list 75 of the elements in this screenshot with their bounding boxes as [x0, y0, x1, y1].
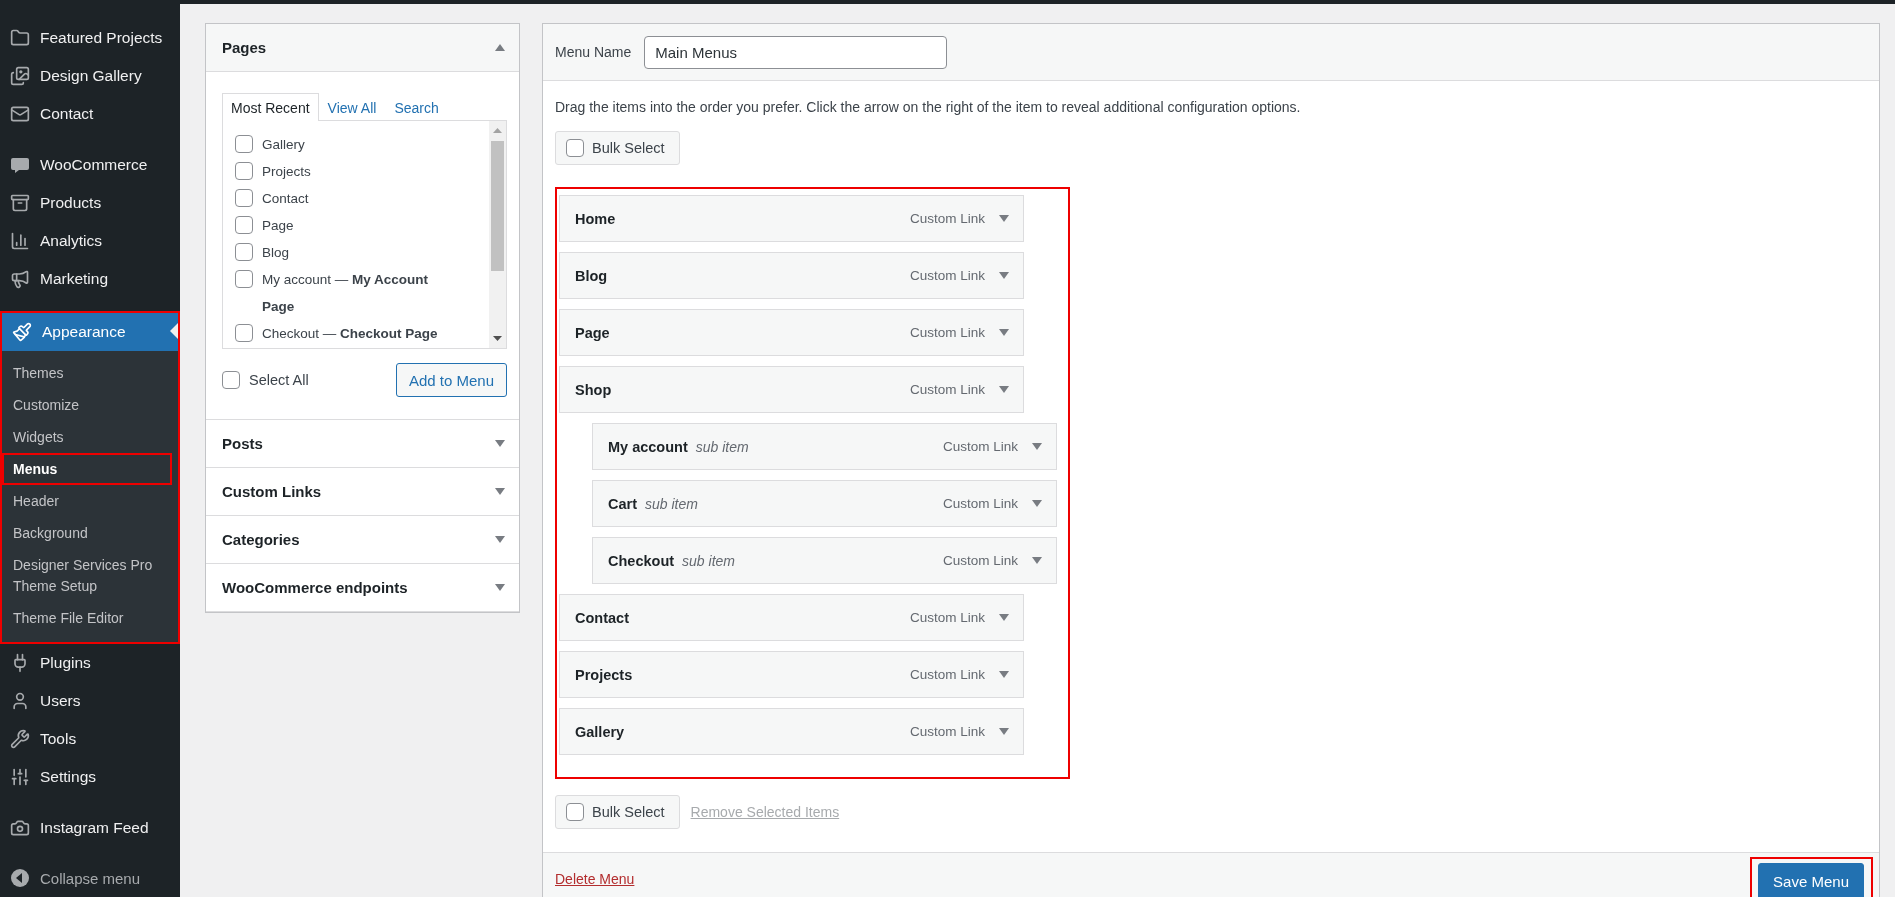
submenu-item[interactable]: Designer Services Pro Theme Setup — [2, 549, 172, 602]
sub-item-note: sub item — [645, 495, 698, 512]
submenu-item[interactable]: Widgets — [2, 421, 172, 453]
menu-item-bar[interactable]: Checkout sub item Custom Link — [592, 537, 1057, 584]
submenu-item[interactable]: Background — [2, 517, 172, 549]
sidebar-item[interactable]: Tools — [0, 720, 180, 758]
sub-item-note: sub item — [682, 552, 735, 569]
select-all-label: Select All — [249, 372, 309, 388]
save-menu-button[interactable]: Save Menu — [1758, 863, 1864, 897]
menu-item-bar[interactable]: Home Custom Link — [559, 195, 1024, 242]
tab[interactable]: Search — [385, 93, 448, 121]
menu-item-bar[interactable]: Blog Custom Link — [559, 252, 1024, 299]
menu-item-title: My account — [608, 438, 688, 455]
sidebar-item[interactable]: Contact — [0, 95, 180, 133]
item-type-label: Custom Link — [909, 667, 985, 682]
item-type-label: Custom Link — [909, 268, 985, 283]
item-type-label: Custom Link — [942, 439, 1018, 454]
menu-item-bar[interactable]: Gallery Custom Link — [559, 708, 1024, 755]
menu-item-bar[interactable]: Contact Custom Link — [559, 594, 1024, 641]
page-option-label: My account — My Account Page — [262, 271, 430, 316]
tab[interactable]: Most Recent — [222, 93, 319, 121]
sidebar-item[interactable]: Settings — [0, 758, 180, 796]
item-type-label: Custom Link — [909, 610, 985, 625]
delete-menu-link[interactable]: Delete Menu — [555, 870, 635, 887]
page-option-label: Checkout — Checkout Page — [262, 325, 439, 343]
page-option-label: Projects — [262, 163, 312, 181]
bulk-select-button[interactable]: Bulk Select — [555, 131, 680, 165]
submenu-item[interactable]: Themes — [2, 357, 172, 389]
menu-item-bar[interactable]: Projects Custom Link — [559, 651, 1024, 698]
menu-item-title: Home — [575, 210, 616, 227]
sidebar-item[interactable]: Plugins — [0, 644, 180, 682]
tab[interactable]: View All — [318, 93, 386, 121]
sidebar-item[interactable]: Marketing — [0, 260, 180, 298]
instructions-text: Drag the items into the order you prefer. Click the arrow on the right of the item to reveal additional configuration options. — [555, 98, 1302, 117]
page-option-label: Blog — [262, 244, 291, 262]
item-type-label: Custom Link — [942, 496, 1018, 511]
page-option-label: Gallery — [262, 136, 306, 154]
item-type-label: Custom Link — [909, 382, 985, 397]
collapse-menu-button[interactable]: Collapse menu — [0, 860, 180, 896]
menu-item-bar[interactable]: Shop Custom Link — [559, 366, 1024, 413]
submenu-item[interactable]: Menus — [2, 453, 172, 485]
menu-name-label: Menu Name — [555, 44, 632, 60]
page-option-label: Page — [262, 217, 295, 235]
accordion-header[interactable]: Pages — [206, 24, 519, 72]
menu-item-title: Cart — [608, 495, 637, 512]
menu-item-bar[interactable]: Cart sub item Custom Link — [592, 480, 1057, 527]
sidebar-item[interactable]: WooCommerce — [0, 146, 180, 184]
submenu-item[interactable]: Header — [2, 485, 172, 517]
sidebar-item[interactable]: Design Gallery — [0, 57, 180, 95]
sub-item-note: sub item — [695, 438, 749, 455]
item-type-label: Custom Link — [909, 211, 985, 226]
menu-item-title: Gallery — [575, 723, 625, 740]
sidebar-item[interactable]: Featured Projects — [0, 19, 180, 57]
sidebar-item[interactable]: Products — [0, 184, 180, 222]
sidebar-item[interactable]: Instagram Feed — [0, 809, 180, 847]
menu-item-bar[interactable]: My account sub item Custom Link — [592, 423, 1057, 470]
submenu-item[interactable]: Theme File Editor — [2, 602, 172, 634]
sidebar-item[interactable]: Users — [0, 682, 180, 720]
menu-item-title: Projects — [575, 666, 633, 683]
menu-item-title: Contact — [575, 609, 629, 626]
add-to-menu-button[interactable]: Add to Menu — [395, 363, 507, 397]
page-option-label: Contact — [262, 190, 310, 208]
sidebar-item[interactable]: Appearance — [2, 313, 178, 351]
sidebar-item[interactable]: Analytics — [0, 222, 180, 260]
submenu-item[interactable]: Customize — [2, 389, 172, 421]
menu-item-title: Checkout — [608, 552, 675, 569]
menu-item-title: Shop — [575, 381, 612, 398]
item-type-label: Custom Link — [909, 724, 985, 739]
bulk-select-button[interactable]: Bulk Select — [555, 795, 680, 829]
menu-item-bar[interactable]: Page Custom Link — [559, 309, 1024, 356]
menu-item-title: Page — [575, 324, 610, 341]
item-type-label: Custom Link — [942, 553, 1018, 568]
menu-item-title: Blog — [575, 267, 608, 284]
item-type-label: Custom Link — [909, 325, 985, 340]
menu-name-field[interactable]: Main Menus — [644, 35, 948, 69]
